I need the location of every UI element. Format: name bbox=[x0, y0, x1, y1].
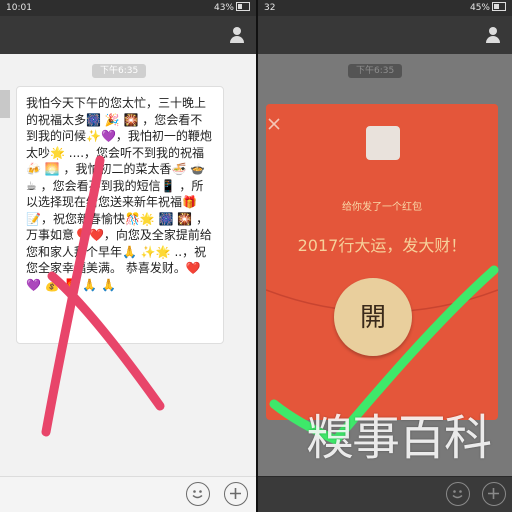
chat-input-bar bbox=[0, 476, 256, 512]
avatar[interactable] bbox=[0, 90, 10, 118]
more-button[interactable] bbox=[482, 482, 506, 506]
more-button[interactable] bbox=[224, 482, 248, 506]
close-icon[interactable] bbox=[266, 116, 282, 132]
status-time: 32 bbox=[264, 3, 276, 13]
battery-percent: 43% bbox=[213, 3, 234, 13]
status-time: 10:01 bbox=[6, 3, 32, 13]
battery-indicator: 45% bbox=[470, 0, 506, 16]
chat-input-bar bbox=[258, 476, 512, 512]
message-timestamp: 下午6:35 bbox=[92, 64, 147, 78]
envelope-subtitle: 给你发了一个红包 bbox=[342, 202, 422, 213]
red-envelope bbox=[266, 104, 498, 420]
left-phone-screen: 10:01 43% 下午6:35 我怕今天下午的您太忙，三十晚上的祝福太多🎆 🎉… bbox=[0, 0, 256, 512]
status-bar: 32 45% bbox=[258, 0, 512, 16]
plus-icon bbox=[230, 488, 241, 499]
battery-percent: 45% bbox=[469, 3, 490, 13]
greeting-message-bubble[interactable]: 我怕今天下午的您太忙，三十晚上的祝福太多🎆 🎉 🎇 ，您会看不到我的问候✨💜，我… bbox=[16, 86, 224, 344]
person-icon[interactable] bbox=[484, 26, 502, 44]
plus-icon bbox=[488, 488, 499, 499]
emoji-icon bbox=[452, 490, 463, 499]
battery-icon bbox=[236, 2, 250, 11]
watermark-logo: 糗事百科 bbox=[306, 410, 492, 466]
emoji-button[interactable] bbox=[186, 482, 210, 506]
chat-title-bar bbox=[258, 16, 512, 54]
chat-title-bar bbox=[0, 16, 256, 54]
person-icon[interactable] bbox=[228, 26, 246, 44]
battery-indicator: 43% bbox=[214, 0, 250, 16]
open-envelope-button[interactable]: 開 bbox=[334, 278, 412, 356]
envelope-greeting: 2017行大运，发大财！ bbox=[297, 236, 467, 255]
status-bar: 10:01 43% bbox=[0, 0, 256, 16]
emoji-button[interactable] bbox=[446, 482, 470, 506]
sender-avatar bbox=[366, 126, 400, 160]
battery-icon bbox=[492, 2, 506, 11]
emoji-icon bbox=[192, 490, 203, 499]
